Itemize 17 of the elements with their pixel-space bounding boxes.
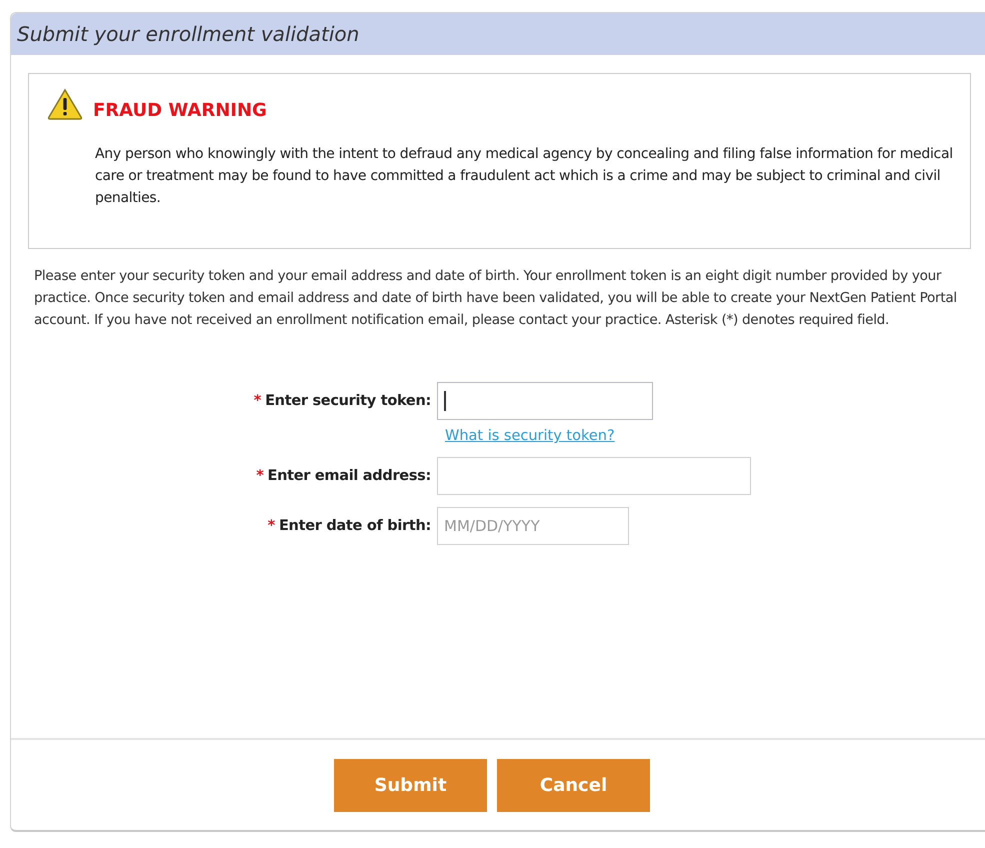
input-field[interactable] — [437, 457, 751, 495]
input-field[interactable] — [437, 382, 653, 420]
instructions-text: Please enter your security token and your email address and date of birth. Your enrollment token is an eight digit number provided by your practice. Once security token and email address and date of birth have been validated, you will be able to create your NextGen Patient Portal account. If you have not received an enrollment notification email, please contact your practice. Asterisk (*) denotes required field. — [34, 267, 958, 330]
input-field[interactable]: MM/DD/YYYY — [437, 507, 629, 545]
warning-text: Any person who knowingly with the intent to defraud any medical agency by concealing and filing false information for medical care or treatment may be found to have committed a fraudulent act which is a crime and may be subject to criminal and civil penalties. — [95, 145, 954, 208]
field-label: Enter email address: — [268, 468, 431, 484]
submit-button[interactable]: Submit — [334, 758, 487, 812]
required-asterisk: * — [256, 468, 264, 484]
required-asterisk: * — [254, 393, 262, 409]
required-asterisk: * — [268, 518, 275, 534]
help-link[interactable]: What is security token? — [445, 428, 615, 444]
dialog-title: Submit your enrollment validation — [11, 13, 985, 55]
cancel-button[interactable]: Cancel — [497, 758, 650, 812]
warning-title: FRAUD WARNING — [93, 100, 267, 121]
field-label: Enter security token: — [265, 393, 431, 409]
field-label: Enter date of birth: — [278, 518, 431, 534]
warning-icon — [47, 88, 83, 120]
